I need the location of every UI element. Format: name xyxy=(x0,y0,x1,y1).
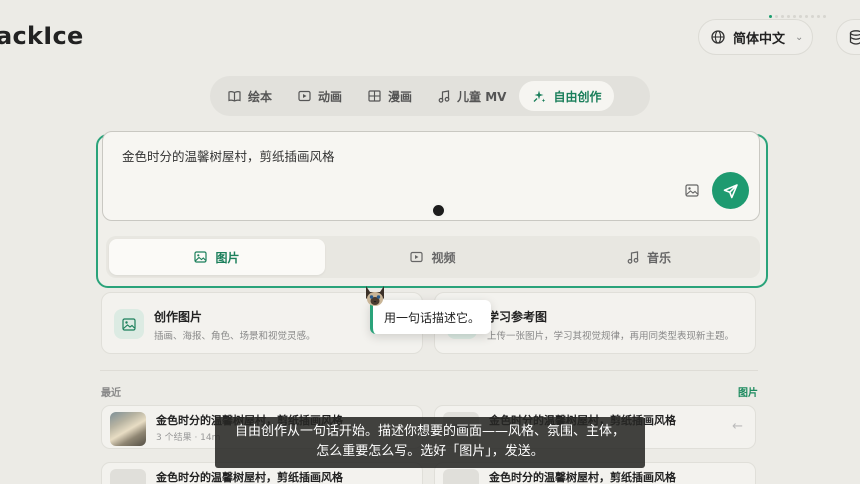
cat-mascot-icon xyxy=(366,286,384,306)
globe-icon xyxy=(711,30,725,44)
recent-heading: 最近 xyxy=(101,388,121,399)
composer-panel: 金色时分的温馨树屋村，剪纸插画风格 图片 视频 音乐 xyxy=(96,131,768,288)
output-tab-label: 音乐 xyxy=(646,250,671,265)
subtitle-caption: 自由创作从一句话开始。描述你想要的画面——风格、氛围、主体， 怎么重要怎么写。选… xyxy=(215,417,645,468)
tooltip-text: 用一句话描述它。 xyxy=(384,310,481,325)
recent-item-title: 金色时分的温馨树屋村，剪纸插画风格 xyxy=(156,471,343,484)
progress-dot xyxy=(787,15,790,18)
card-description: 插画、海报、角色、场景和视觉灵感。 xyxy=(154,331,316,342)
progress-dot xyxy=(817,15,820,18)
tab-label: 自由创作 xyxy=(553,89,602,104)
video-icon xyxy=(410,251,424,263)
output-type-tabs: 图片 视频 音乐 xyxy=(106,236,760,278)
recent-thumbnail xyxy=(443,469,479,484)
progress-dots xyxy=(769,15,826,18)
pointer-cursor xyxy=(430,202,447,219)
recent-thumbnail xyxy=(110,412,146,446)
tab-label: 绘本 xyxy=(248,89,273,104)
progress-dot xyxy=(769,15,772,18)
prompt-input[interactable]: 金色时分的温馨树屋村，剪纸插画风格 xyxy=(102,131,760,221)
mode-tabs: 绘本 动画 漫画 儿童 MV 自由创作 xyxy=(210,76,650,116)
tab-comic[interactable]: 漫画 xyxy=(355,81,425,111)
recent-thumbnail xyxy=(110,469,146,484)
tab-kids-mv[interactable]: 儿童 MV xyxy=(425,81,519,111)
book-icon xyxy=(228,91,241,102)
arrow-left-icon[interactable]: ← xyxy=(732,419,743,434)
tab-label: 动画 xyxy=(318,89,343,104)
output-tab-label: 视频 xyxy=(431,250,456,265)
progress-dot xyxy=(805,15,808,18)
music-icon xyxy=(438,89,450,103)
image-icon xyxy=(122,317,136,331)
card-icon-box xyxy=(114,309,144,339)
sparkle-icon xyxy=(534,90,546,103)
output-tab-music[interactable]: 音乐 xyxy=(541,239,757,275)
chevron-down-icon: ⌄ xyxy=(795,31,804,43)
progress-dot xyxy=(793,15,796,18)
caption-line: 怎么重要怎么写。选好「图片」，发送。 xyxy=(316,444,544,459)
send-icon xyxy=(723,183,738,198)
attach-image-icon[interactable] xyxy=(685,184,699,197)
tab-free-create[interactable]: 自由创作 xyxy=(519,81,615,111)
caption-line: 自由创作从一句话开始。描述你想要的画面——风格、氛围、主体， xyxy=(234,424,625,439)
progress-dot xyxy=(775,15,778,18)
card-description: 上传一张图片，学习其视觉规律，再用同类型表现新主题。 xyxy=(487,331,735,342)
grid-icon xyxy=(368,90,381,102)
card-title: 创作图片 xyxy=(154,310,203,324)
progress-dot xyxy=(811,15,814,18)
card-title: 学习参考图 xyxy=(487,310,548,324)
library-button[interactable] xyxy=(836,19,860,55)
tab-label: 漫画 xyxy=(388,89,413,104)
recent-item-meta: 3 个结果 · 14m xyxy=(156,433,221,443)
play-icon xyxy=(298,90,311,102)
tab-picture-book[interactable]: 绘本 xyxy=(215,81,285,111)
section-divider xyxy=(100,370,758,371)
language-selector[interactable]: 简体中文 ⌄ xyxy=(698,19,813,55)
send-button[interactable] xyxy=(712,172,749,209)
progress-dot xyxy=(781,15,784,18)
image-icon xyxy=(194,251,208,263)
output-tab-image[interactable]: 图片 xyxy=(109,239,325,275)
tab-animation[interactable]: 动画 xyxy=(285,81,355,111)
tab-label: 儿童 MV xyxy=(457,89,507,104)
music-icon xyxy=(627,250,639,264)
recent-item-title: 金色时分的温馨树屋村，剪纸插画风格 xyxy=(489,471,676,484)
database-icon xyxy=(849,29,860,45)
app-logo[interactable]: ackIce xyxy=(0,22,84,50)
prompt-value: 金色时分的温馨树屋村，剪纸插画风格 xyxy=(122,149,335,164)
progress-dot xyxy=(799,15,802,18)
language-label: 简体中文 xyxy=(733,31,786,47)
progress-dot xyxy=(823,15,826,18)
output-tab-video[interactable]: 视频 xyxy=(325,239,541,275)
recent-filter-link[interactable]: 图片 xyxy=(738,384,758,399)
output-tab-label: 图片 xyxy=(215,250,240,265)
